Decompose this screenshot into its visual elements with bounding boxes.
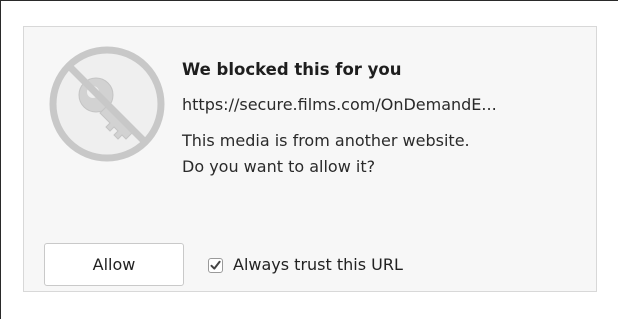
blocked-url: https://secure.films.com/OnDemandE...: [182, 95, 497, 114]
checkmark-icon: [210, 260, 221, 270]
blocked-media-dialog: We blocked this for you https://secure.f…: [23, 26, 597, 292]
dialog-title: We blocked this for you: [182, 60, 402, 79]
always-trust-checkbox[interactable]: [208, 257, 223, 273]
blocked-key-icon: [48, 45, 166, 163]
always-trust-label: Always trust this URL: [233, 255, 403, 274]
allow-button[interactable]: Allow: [44, 243, 184, 286]
dialog-message: This media is from another website. Do y…: [182, 128, 582, 180]
window-frame: We blocked this for you https://secure.f…: [0, 0, 618, 319]
message-line-1: This media is from another website.: [182, 131, 470, 150]
dialog-content: We blocked this for you https://secure.f…: [182, 59, 582, 180]
message-line-2: Do you want to allow it?: [182, 157, 376, 176]
always-trust-option[interactable]: Always trust this URL: [208, 255, 403, 275]
